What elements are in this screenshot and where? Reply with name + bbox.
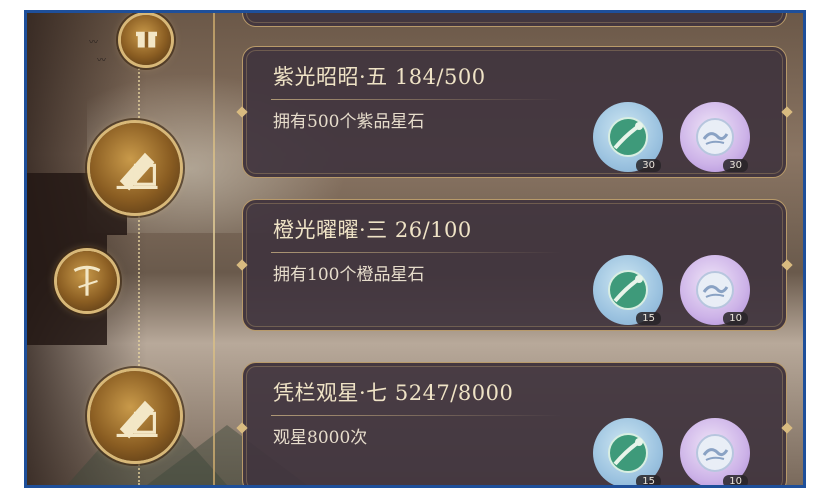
cloud-coin-icon — [696, 118, 734, 156]
bird-icon: 〰 — [89, 38, 99, 48]
jade-ruyi-icon — [608, 433, 648, 473]
reward-count: 30 — [636, 159, 661, 172]
reward-jade-ruyi[interactable]: 30 — [593, 102, 663, 172]
task-card-partial — [242, 13, 787, 27]
task-title: 凭栏观星·七 5247/8000 — [273, 381, 514, 405]
task-card[interactable]: 凭栏观星·七 5247/8000 观星8000次 15 10 — [236, 362, 793, 485]
bird-icon: 〰 — [97, 56, 107, 66]
task-card[interactable]: 橙光曜曜·三 26/100 拥有100个橙品星石 15 10 — [236, 199, 793, 331]
divider — [271, 99, 561, 100]
reward-count: 15 — [636, 312, 661, 325]
cloud-coin-icon — [696, 434, 734, 472]
track-node-sword-icon[interactable] — [57, 251, 117, 311]
reward-count: 15 — [636, 475, 661, 485]
jade-ruyi-icon — [608, 270, 648, 310]
gold-rail — [213, 13, 215, 485]
cloud-coin-icon — [696, 271, 734, 309]
task-title: 紫光昭昭·五 184/500 — [273, 65, 486, 89]
track-node-gift-icon[interactable] — [121, 15, 171, 65]
reward-jade-ruyi[interactable]: 15 — [593, 255, 663, 325]
reward-cloud-coin[interactable]: 10 — [680, 418, 750, 485]
task-title: 橙光曜曜·三 26/100 — [273, 218, 472, 242]
task-description: 观星8000次 — [273, 428, 368, 448]
reward-jade-ruyi[interactable]: 15 — [593, 418, 663, 485]
jade-ruyi-icon — [608, 117, 648, 157]
reward-count: 30 — [723, 159, 748, 172]
reward-cloud-coin[interactable]: 10 — [680, 255, 750, 325]
reward-count: 10 — [723, 475, 748, 485]
divider — [271, 415, 561, 416]
reward-count: 10 — [723, 312, 748, 325]
stair-step — [27, 205, 127, 235]
task-description: 拥有500个紫品星石 — [273, 112, 425, 132]
task-description: 拥有100个橙品星石 — [273, 265, 425, 285]
task-card[interactable]: 紫光昭昭·五 184/500 拥有500个紫品星石 30 30 — [236, 46, 793, 178]
divider — [271, 252, 561, 253]
game-panel: 〰 〰 〰 紫光昭昭·五 184/500 拥有500个紫品星石 30 30 橙光… — [24, 10, 806, 488]
track-node-scroll-icon[interactable] — [90, 123, 180, 213]
track-node-scroll-icon[interactable] — [90, 371, 180, 461]
reward-cloud-coin[interactable]: 30 — [680, 102, 750, 172]
